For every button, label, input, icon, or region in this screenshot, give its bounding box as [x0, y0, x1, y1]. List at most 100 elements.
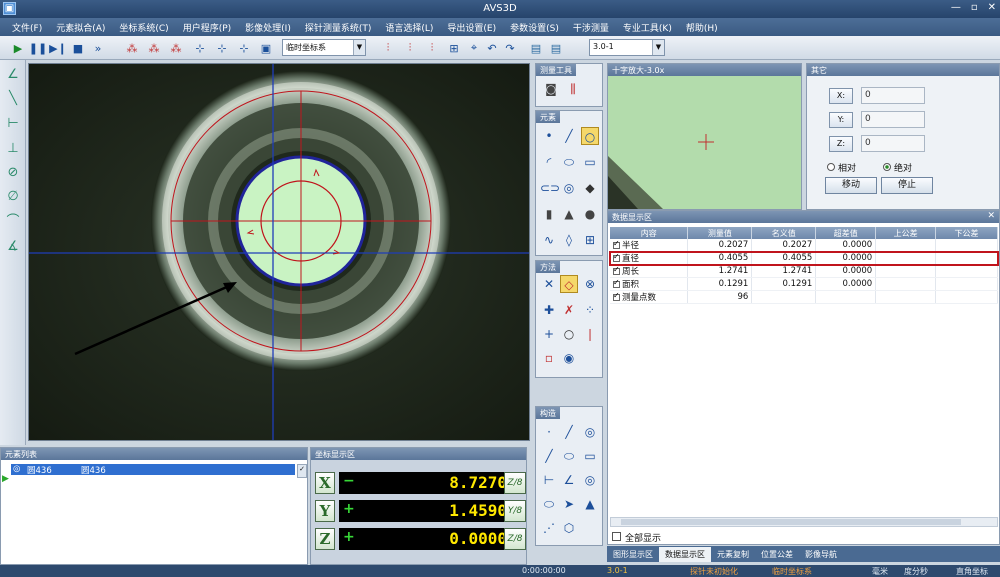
table-row-highlighted[interactable]: 直径 0.4055 0.4055 0.0000 — [609, 250, 999, 266]
play-icon[interactable]: ▶ — [10, 40, 26, 56]
list-item[interactable]: ◎ 圆436 圆436 — [11, 464, 295, 476]
axes3-icon[interactable]: ⊹ — [236, 40, 252, 56]
col-measured[interactable]: 测量值 — [687, 227, 753, 239]
pin-icon[interactable]: ❘ — [581, 325, 599, 343]
line-icon[interactable]: ╲ — [4, 90, 22, 108]
height-icon[interactable]: ⊥ — [4, 140, 22, 158]
relative-radio[interactable] — [827, 163, 835, 171]
camera-icon[interactable]: ◙ — [542, 80, 560, 98]
point-coord3-icon[interactable]: ⁂ — [168, 40, 184, 56]
show-all-checkbox[interactable] — [612, 532, 621, 541]
construct-line-icon[interactable]: ╱ — [560, 423, 578, 441]
menu-interference[interactable]: 干涉测量 — [573, 21, 609, 34]
z-axis-icon[interactable]: Z — [315, 528, 335, 550]
image2-icon[interactable]: ▤ — [548, 40, 564, 56]
image-icon[interactable]: ▤ — [528, 40, 544, 56]
y-field[interactable]: 0 — [861, 111, 925, 128]
close-icon[interactable]: ✕ — [987, 211, 995, 221]
tab-data[interactable]: 数据显示区 — [659, 546, 711, 562]
tab-image-navigation[interactable]: 影像导航 — [799, 547, 843, 562]
z-mode-button[interactable]: Z/8 — [504, 528, 526, 550]
edge-find-icon[interactable]: ◇ — [560, 275, 578, 293]
circle-fit-icon[interactable]: ○ — [560, 325, 578, 343]
point-icon[interactable]: • — [540, 127, 558, 145]
construct-cone-icon[interactable]: ▲ — [581, 495, 599, 513]
step-icon[interactable]: ▶❙ — [49, 40, 67, 56]
axes2-icon[interactable]: ⊹ — [214, 40, 230, 56]
undo-icon[interactable]: ↶ — [484, 40, 500, 56]
menu-file[interactable]: 文件(F) — [12, 21, 42, 34]
coord-system-select[interactable]: 临时坐标系 ▼ — [282, 39, 366, 56]
construct-rect-icon[interactable]: ▭ — [581, 447, 599, 465]
menu-user-program[interactable]: 用户程序(P) — [183, 21, 231, 34]
tab-element-copy[interactable]: 元素复制 — [711, 547, 755, 562]
menu-image-processing[interactable]: 影像处理(I) — [245, 21, 291, 34]
align4-icon[interactable]: ⊞ — [446, 40, 462, 56]
construct-poly-icon[interactable]: ⬡ — [560, 519, 578, 537]
grid-icon[interactable]: ⊞ — [581, 231, 599, 249]
menu-help[interactable]: 帮助(H) — [686, 21, 718, 34]
axes-icon[interactable]: ⊹ — [192, 40, 208, 56]
plus-icon[interactable]: + — [540, 325, 558, 343]
z-axis-button[interactable]: Z: — [829, 136, 853, 152]
intersect-icon[interactable]: ✚ — [540, 301, 558, 319]
col-lower-tol[interactable]: 下公差 — [935, 227, 998, 239]
move-button[interactable]: 移动 — [825, 177, 877, 194]
x-mode-button[interactable]: Z/8 — [504, 472, 526, 494]
col-content[interactable]: 内容 — [610, 227, 689, 239]
table-row[interactable]: 面积 0.1291 0.1291 0.0000 — [610, 277, 998, 291]
y-axis-button[interactable]: Y: — [829, 112, 853, 128]
width-icon[interactable]: ⊢ — [4, 115, 22, 133]
diamond-icon[interactable]: ◆ — [581, 179, 599, 197]
circle-element-icon[interactable]: ○ — [581, 127, 599, 145]
horizontal-scrollbar[interactable] — [610, 517, 998, 527]
table-row[interactable]: 周长 1.2741 1.2741 0.0000 — [610, 264, 998, 278]
row-checkbox[interactable] — [613, 265, 620, 275]
tab-graphics[interactable]: 图形显示区 — [607, 547, 659, 562]
menu-coord-system[interactable]: 坐标系统(C) — [119, 21, 168, 34]
slash-icon[interactable]: ∅ — [4, 188, 22, 206]
row-checkbox[interactable] — [613, 278, 620, 288]
row-checkbox[interactable] — [613, 291, 620, 301]
contour-icon[interactable]: ◊ — [560, 231, 578, 249]
menu-parameters[interactable]: 参数设置(S) — [510, 21, 559, 34]
zoom-select[interactable]: 3.0-1 ▼ — [589, 39, 665, 56]
absolute-radio[interactable] — [883, 163, 891, 171]
ellipse-icon[interactable]: ⬭ — [560, 153, 578, 171]
align3-icon[interactable]: ⫶ — [424, 40, 440, 56]
stop-button[interactable]: 停止 — [881, 177, 933, 194]
frame-icon[interactable]: ▫ — [540, 349, 558, 367]
cylinder-icon[interactable]: ▮ — [540, 205, 558, 223]
arrow-right-icon[interactable]: ▶ — [2, 474, 9, 484]
table-row[interactable]: 测量点数 96 — [610, 290, 998, 304]
probe-tool-icon[interactable]: ⫼ — [564, 80, 582, 98]
construct-ellipse-icon[interactable]: ⬭ — [560, 447, 578, 465]
minimize-button[interactable]: — — [951, 2, 961, 13]
dots-icon[interactable]: ⁘ — [581, 301, 599, 319]
rectangle-icon[interactable]: ▭ — [581, 153, 599, 171]
construct-angle-icon[interactable]: ∠ — [560, 471, 578, 489]
probe-icon[interactable]: ⌖ — [466, 40, 482, 56]
z-field[interactable]: 0 — [861, 135, 925, 152]
menu-pro-tools[interactable]: 专业工具(K) — [623, 21, 672, 34]
construct-arrow-icon[interactable]: ➤ — [560, 495, 578, 513]
cross2-icon[interactable]: ✗ — [560, 301, 578, 319]
scrollbar-thumb[interactable] — [621, 519, 961, 525]
row-checkbox[interactable] — [613, 239, 620, 249]
maximize-button[interactable]: ▫ — [971, 2, 978, 13]
menu-language[interactable]: 语言选择(L) — [385, 21, 433, 34]
y-mode-button[interactable]: Y/8 — [504, 500, 526, 522]
list-scroll-icon[interactable]: ✓ — [297, 464, 307, 478]
save-icon[interactable]: ▣ — [258, 40, 274, 56]
tab-position-tolerance[interactable]: 位置公差 — [755, 547, 799, 562]
menu-element-fit[interactable]: 元素拟合(A) — [56, 21, 105, 34]
construct-width-icon[interactable]: ⊢ — [540, 471, 558, 489]
target-icon[interactable]: ◉ — [560, 349, 578, 367]
fast-forward-icon[interactable]: » — [90, 40, 106, 56]
line-element-icon[interactable]: ╱ — [560, 127, 578, 145]
align2-icon[interactable]: ⫶ — [402, 40, 418, 56]
x-axis-button[interactable]: X: — [829, 88, 853, 104]
ring-icon[interactable]: ◎ — [560, 179, 578, 197]
col-deviation[interactable]: 超差值 — [815, 227, 877, 239]
link-icon[interactable]: ⊗ — [581, 275, 599, 293]
